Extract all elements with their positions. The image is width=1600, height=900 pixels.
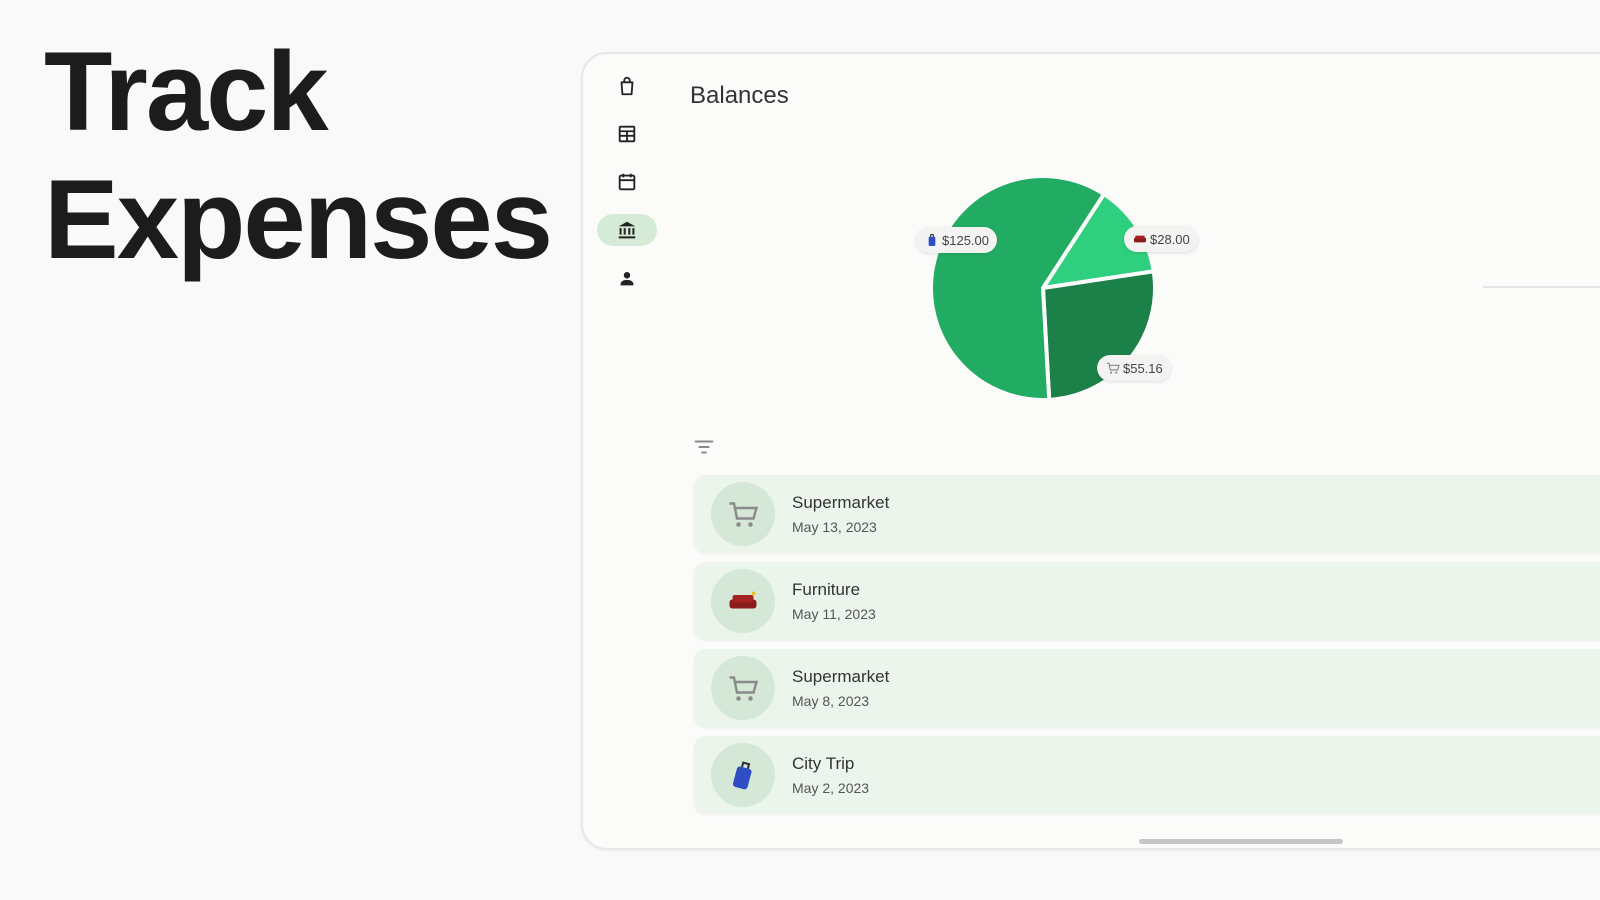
page-title: Balances xyxy=(690,82,789,109)
transaction-date: May 13, 2023 xyxy=(792,519,877,535)
nav-item-table[interactable] xyxy=(597,118,657,150)
slice-label-pill: $55.16 xyxy=(1097,355,1171,381)
sofa-icon xyxy=(1134,235,1146,243)
filter-icon[interactable] xyxy=(693,436,715,458)
sofa-icon xyxy=(729,591,757,609)
transaction-date: May 2, 2023 xyxy=(792,780,870,796)
slice-label: $125.00 xyxy=(942,232,989,248)
transaction-title: Supermarket xyxy=(792,667,890,686)
divider xyxy=(1483,286,1600,288)
shopping-bag-icon xyxy=(620,76,634,96)
transaction-avatar xyxy=(711,569,775,633)
bank-icon xyxy=(618,221,636,239)
transaction-list: Supermarket May 13, 2023 Furniture May 1… xyxy=(694,475,1600,823)
transaction-title: City Trip xyxy=(792,754,855,773)
transaction-avatar xyxy=(711,482,775,546)
luggage-icon xyxy=(928,234,936,246)
slice-label-pill: $28.00 xyxy=(1124,226,1198,252)
transaction-date: May 8, 2023 xyxy=(792,693,870,709)
nav-item-calendar[interactable] xyxy=(597,166,657,198)
cart-icon xyxy=(729,502,759,527)
transaction-row[interactable]: Supermarket May 8, 2023 xyxy=(694,649,1600,727)
app-screenshot: Track Expenses Balances $125.00 $28.00 $… xyxy=(0,0,1600,900)
luggage-icon xyxy=(732,761,752,790)
gesture-handle[interactable] xyxy=(1139,839,1343,844)
transaction-avatar xyxy=(711,743,775,807)
transaction-row[interactable]: Furniture May 11, 2023 xyxy=(694,562,1600,640)
transaction-row[interactable]: Supermarket May 13, 2023 xyxy=(694,475,1600,553)
nav-item-purchases[interactable] xyxy=(597,70,657,102)
navigation-rail xyxy=(597,70,657,310)
transaction-date: May 11, 2023 xyxy=(792,606,876,622)
device-frame: Balances $125.00 $28.00 $55.16 Supermark… xyxy=(581,52,1600,850)
person-icon xyxy=(620,272,634,286)
nav-item-balances[interactable] xyxy=(597,214,657,246)
transaction-avatar xyxy=(711,656,775,720)
transaction-title: Supermarket xyxy=(792,493,890,512)
slice-label-pill: $125.00 xyxy=(916,227,997,253)
table-icon xyxy=(618,125,636,143)
slice-label: $55.16 xyxy=(1123,360,1163,376)
transaction-row[interactable]: City Trip May 2, 2023 xyxy=(694,736,1600,814)
cart-icon xyxy=(1107,362,1120,374)
nav-item-profile[interactable] xyxy=(597,262,657,294)
hero-title: Track Expenses xyxy=(44,28,553,284)
calendar-icon xyxy=(618,173,636,191)
hero-line-2: Expenses xyxy=(44,157,553,282)
slice-label: $28.00 xyxy=(1150,231,1190,247)
hero-line-1: Track xyxy=(44,29,329,154)
transaction-title: Furniture xyxy=(792,580,861,599)
cart-icon xyxy=(729,676,759,701)
